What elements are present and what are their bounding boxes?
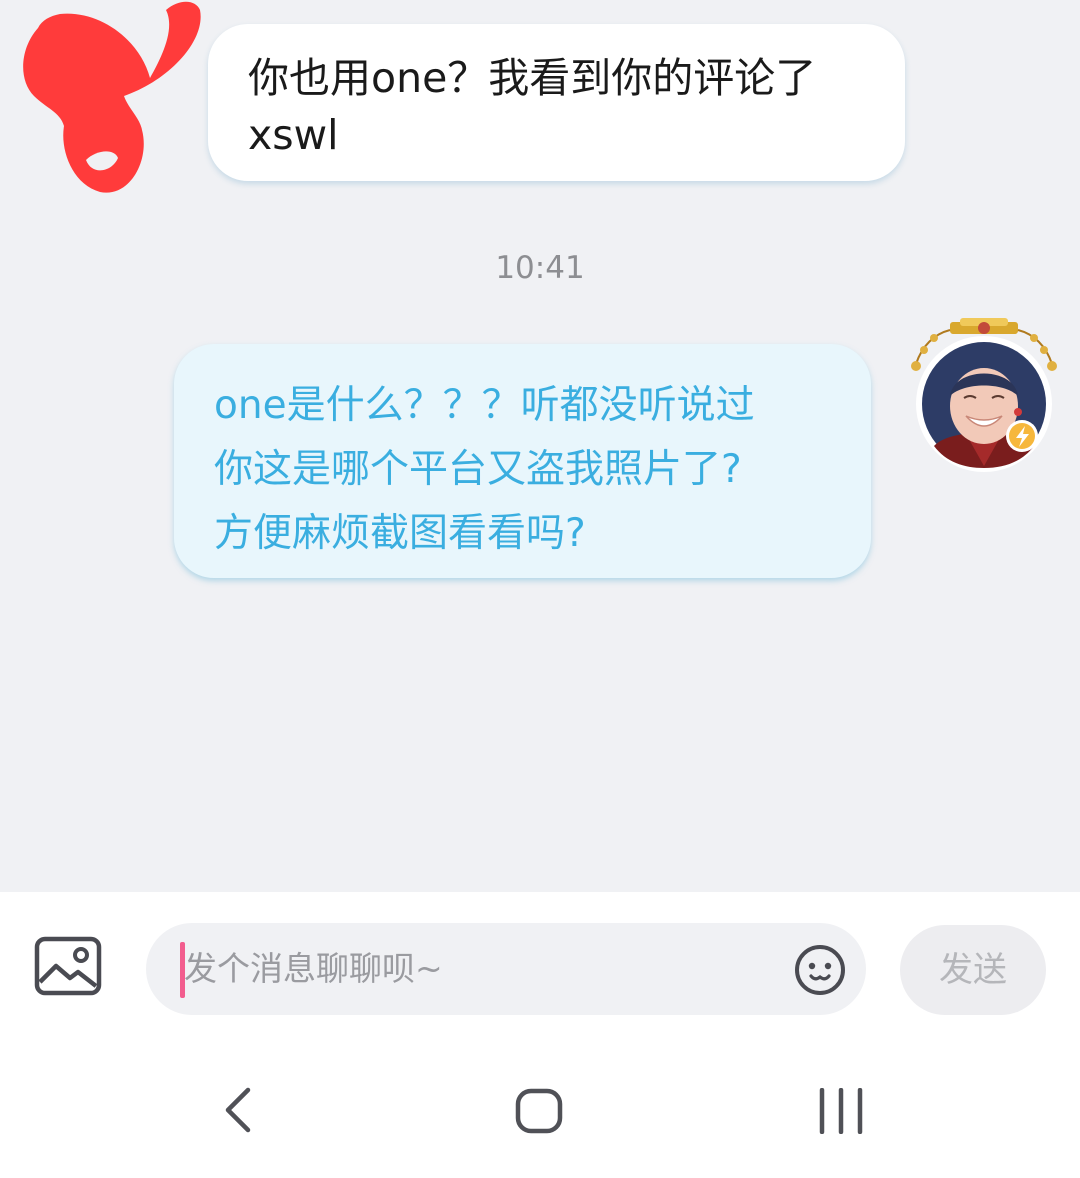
chat-area[interactable]: 你也用one？我看到你的评论了 xswl 10:41 one是什么？？？听都没听… — [0, 0, 1080, 892]
redaction-scribble — [23, 1, 201, 193]
message-timestamp: 10:41 — [495, 250, 585, 286]
outgoing-message-text: one是什么？？？听都没听说过 你这是哪个平台又盗我照片了? 方便麻烦截图看看吗… — [214, 383, 755, 556]
message-input[interactable]: 发个消息聊聊呗~ — [146, 923, 866, 1015]
incoming-message-text: 你也用one？我看到你的评论了 xswl — [248, 54, 817, 159]
user-avatar[interactable] — [904, 316, 1064, 476]
composer-bar: 发个消息聊聊呗~ 发送 — [0, 892, 1080, 1022]
home-icon[interactable] — [514, 1088, 564, 1134]
send-button[interactable]: 发送 — [900, 925, 1046, 1015]
incoming-message-bubble[interactable]: 你也用one？我看到你的评论了 xswl — [208, 24, 905, 181]
message-input-placeholder: 发个消息聊聊呗~ — [184, 949, 443, 988]
emoji-icon[interactable] — [794, 944, 846, 996]
recent-apps-icon[interactable] — [816, 1088, 866, 1134]
system-navigation-bar — [0, 1022, 1080, 1178]
outgoing-message-bubble[interactable]: one是什么？？？听都没听说过 你这是哪个平台又盗我照片了? 方便麻烦截图看看吗… — [174, 344, 871, 578]
image-icon[interactable] — [34, 936, 102, 996]
back-icon[interactable] — [220, 1086, 256, 1134]
